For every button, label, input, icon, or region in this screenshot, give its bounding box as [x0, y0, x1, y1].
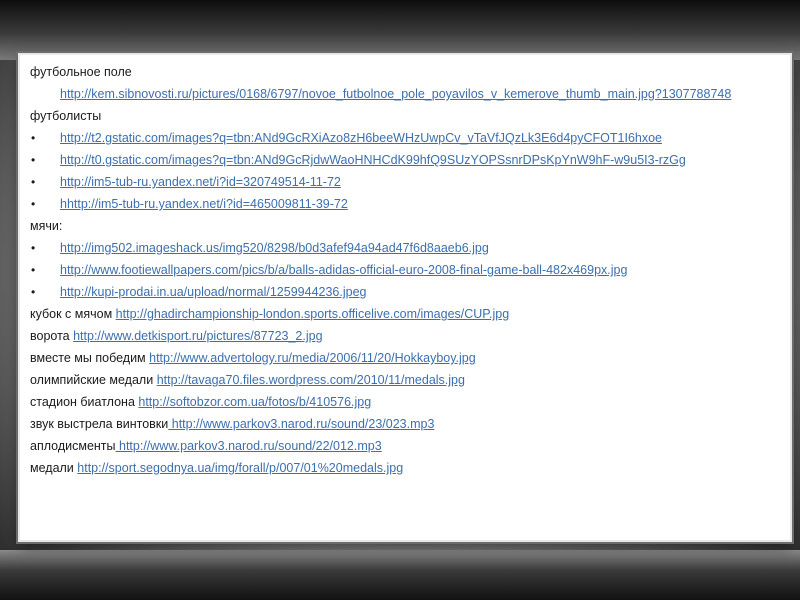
- bullet-icon: •: [31, 285, 36, 299]
- line-label: медали: [30, 461, 78, 475]
- top-frame-shadow: [0, 0, 800, 60]
- link-player-2[interactable]: http://t0.gstatic.com/images?q=tbn:ANd9G…: [60, 153, 686, 167]
- line-label: олимпийские медали: [30, 373, 157, 387]
- list-item: • http://t2.gstatic.com/images?q=tbn:ANd…: [30, 130, 782, 146]
- link-rifle-sound[interactable]: http://www.parkov3.narod.ru/sound/23/023…: [168, 417, 435, 431]
- line-olympic-medals: олимпийские медали http://tavaga70.files…: [30, 372, 782, 388]
- line-cup: кубок с мячом http://ghadirchampionship-…: [30, 306, 782, 322]
- link-biathlon-stadium[interactable]: http://softobzor.com.ua/fotos/b/410576.j…: [138, 395, 371, 409]
- bullet-icon: •: [31, 131, 36, 145]
- list-item: • hhttp://im5-tub-ru.yandex.net/i?id=465…: [30, 196, 782, 212]
- list-item: • http://kupi-prodai.in.ua/upload/normal…: [30, 284, 782, 300]
- bullet-icon: •: [31, 197, 36, 211]
- line-label: аплодисменты: [30, 439, 116, 453]
- line-rifle-sound: звук выстрела винтовки http://www.parkov…: [30, 416, 782, 432]
- link-player-1[interactable]: http://t2.gstatic.com/images?q=tbn:ANd9G…: [60, 131, 662, 145]
- link-olympic-medals[interactable]: http://tavaga70.files.wordpress.com/2010…: [157, 373, 465, 387]
- list-item: • http://img502.imageshack.us/img520/829…: [30, 240, 782, 256]
- line-medals: медали http://sport.segodnya.ua/img/fora…: [30, 460, 782, 476]
- bullet-icon: •: [31, 263, 36, 277]
- bullet-icon: •: [31, 175, 36, 189]
- line-together: вместе мы победим http://www.advertology…: [30, 350, 782, 366]
- line-label: кубок с мячом: [30, 307, 116, 321]
- bottom-frame-shadow: [0, 550, 800, 600]
- line-goal: ворота http://www.detkisport.ru/pictures…: [30, 328, 782, 344]
- slide-content: футбольное поле http://kem.sibnovosti.ru…: [20, 55, 790, 540]
- list-item: • http://im5-tub-ru.yandex.net/i?id=3207…: [30, 174, 782, 190]
- link-ball-3[interactable]: http://kupi-prodai.in.ua/upload/normal/1…: [60, 285, 366, 299]
- link-applause[interactable]: http://www.parkov3.narod.ru/sound/22/012…: [116, 439, 382, 453]
- link-football-field-url[interactable]: http://kem.sibnovosti.ru/pictures/0168/6…: [60, 87, 731, 101]
- bullet-icon: •: [31, 153, 36, 167]
- link-ball-1[interactable]: http://img502.imageshack.us/img520/8298/…: [60, 241, 489, 255]
- link-together[interactable]: http://www.advertology.ru/media/2006/11/…: [149, 351, 476, 365]
- line-applause: аплодисменты http://www.parkov3.narod.ru…: [30, 438, 782, 454]
- label-balls: мячи:: [30, 219, 63, 233]
- line-label: звук выстрела винтовки: [30, 417, 169, 431]
- link-football-field: http://kem.sibnovosti.ru/pictures/0168/6…: [30, 86, 782, 102]
- link-ball-2[interactable]: http://www.footiewallpapers.com/pics/b/a…: [60, 263, 627, 277]
- line-label: стадион биатлона: [30, 395, 139, 409]
- link-cup[interactable]: http://ghadirchampionship-london.sports.…: [116, 307, 510, 321]
- line-label: ворота: [30, 329, 74, 343]
- bullet-icon: •: [31, 241, 36, 255]
- line-label: вместе мы победим: [30, 351, 150, 365]
- label-football-field: футбольное поле: [30, 65, 132, 79]
- list-item: • http://www.footiewallpapers.com/pics/b…: [30, 262, 782, 278]
- line-biathlon-stadium: стадион биатлона http://softobzor.com.ua…: [30, 394, 782, 410]
- link-player-3[interactable]: http://im5-tub-ru.yandex.net/i?id=320749…: [60, 175, 341, 189]
- link-player-4[interactable]: hhttp://im5-tub-ru.yandex.net/i?id=46500…: [60, 197, 348, 211]
- link-medals[interactable]: http://sport.segodnya.ua/img/forall/p/00…: [77, 461, 403, 475]
- list-item: • http://t0.gstatic.com/images?q=tbn:ANd…: [30, 152, 782, 168]
- link-goal[interactable]: http://www.detkisport.ru/pictures/87723_…: [73, 329, 322, 343]
- label-football-players: футболисты: [30, 109, 102, 123]
